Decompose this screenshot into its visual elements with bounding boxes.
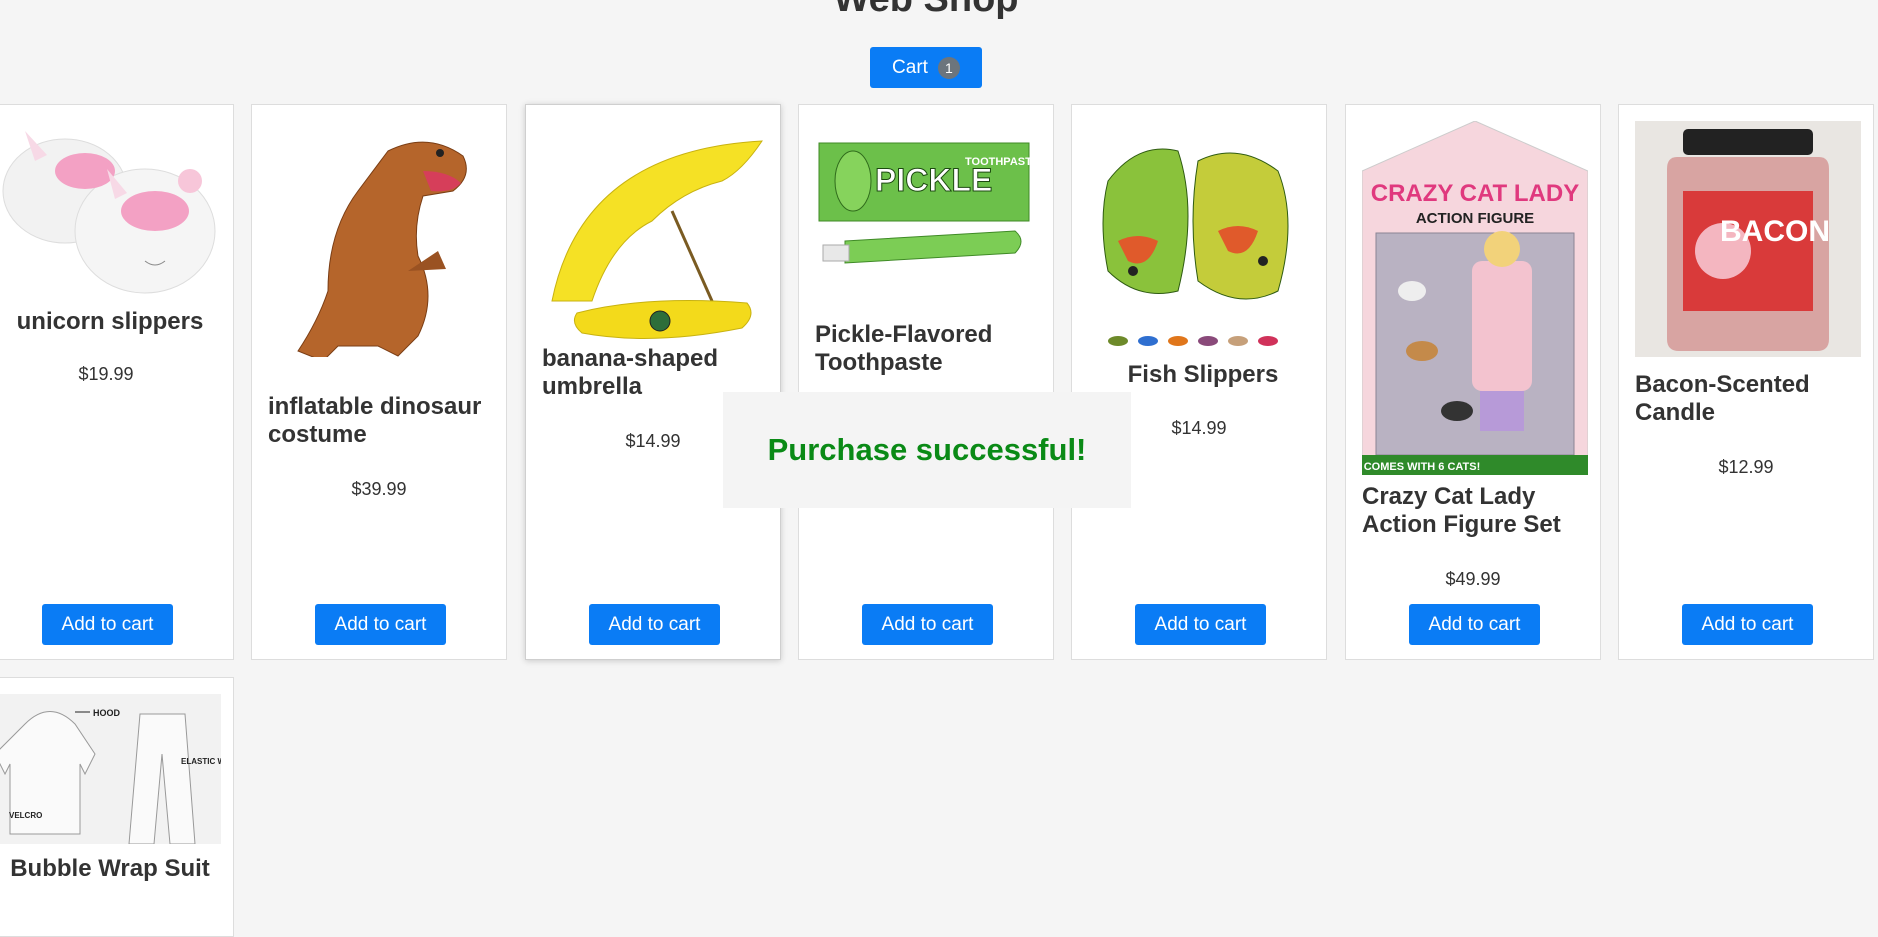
add-to-cart-button[interactable]: Add to cart [1682, 604, 1813, 645]
toothpaste-label-text: TOOTHPASTE [965, 156, 1039, 168]
page-title: Web Shop [0, 0, 1852, 22]
add-to-cart-button[interactable]: Add to cart [1409, 604, 1540, 645]
product-card: CRAZY CAT LADY ACTION FIGURE COMES WITH … [1345, 104, 1601, 660]
product-name: Crazy Cat Lady Action Figure Set [1362, 483, 1561, 538]
product-card: unicorn slippers $19.99 Add to cart [0, 104, 234, 660]
product-price: $49.99 [1445, 569, 1501, 589]
product-card: inflatable dinosaur costume $39.99 Add t… [251, 104, 507, 660]
waist-label-text: ELASTIC WAIST [181, 757, 221, 766]
add-to-cart-button[interactable]: Add to cart [315, 604, 446, 645]
cart-count-badge: 1 [937, 56, 960, 79]
product-price: $19.99 [78, 364, 134, 384]
product-card: BACON Bacon-Scented Candle $12.99 Add to… [1618, 104, 1874, 660]
hood-label-text: HOOD [93, 708, 121, 718]
product-price: $39.99 [351, 479, 407, 499]
cat-lady-footer-text: COMES WITH 6 CATS! [1364, 461, 1481, 473]
crazy-cat-lady-image: CRAZY CAT LADY ACTION FIGURE COMES WITH … [1362, 121, 1588, 475]
product-name: Pickle-Flavored Toothpaste [815, 321, 993, 376]
banana-umbrella-image [542, 121, 768, 357]
bacon-candle-image: BACON [1635, 121, 1861, 357]
cart-button[interactable]: Cart 1 [870, 47, 982, 88]
bacon-label-text: BACON [1720, 215, 1830, 248]
product-name: inflatable dinosaur costume [268, 393, 482, 448]
cart-label: Cart [892, 56, 928, 78]
cat-lady-title-text: CRAZY CAT LADY [1371, 180, 1579, 207]
product-price: $12.99 [1718, 457, 1774, 477]
add-to-cart-button[interactable]: Add to cart [42, 604, 173, 645]
action-figure-text: ACTION FIGURE [1416, 210, 1534, 227]
product-name: Bacon-Scented Candle [1635, 371, 1810, 426]
product-name: Fish Slippers [1127, 361, 1279, 388]
fish-slippers-image [1088, 121, 1314, 357]
product-card: HOOD ELASTIC WAIST VELCRO Bubble Wrap Su… [0, 677, 234, 937]
purchase-success-notification: Purchase successful! [723, 392, 1131, 508]
add-to-cart-button[interactable]: Add to cart [589, 604, 720, 645]
product-card: banana-shaped umbrella $14.99 Add to car… [525, 104, 781, 660]
product-card: PICKLE TOOTHPASTE Pickle-Flavored Toothp… [798, 104, 1054, 660]
product-name: Bubble Wrap Suit [10, 855, 210, 882]
add-to-cart-button[interactable]: Add to cart [862, 604, 993, 645]
notification-message: Purchase successful! [767, 432, 1087, 467]
product-card: Fish Slippers $14.99 Add to cart [1071, 104, 1327, 660]
velcro-label-text: VELCRO [9, 811, 42, 820]
dinosaur-costume-image [268, 121, 494, 357]
bubble-wrap-suit-image: HOOD ELASTIC WAIST VELCRO [0, 694, 221, 844]
product-name: unicorn slippers [16, 308, 204, 335]
add-to-cart-button[interactable]: Add to cart [1135, 604, 1266, 645]
